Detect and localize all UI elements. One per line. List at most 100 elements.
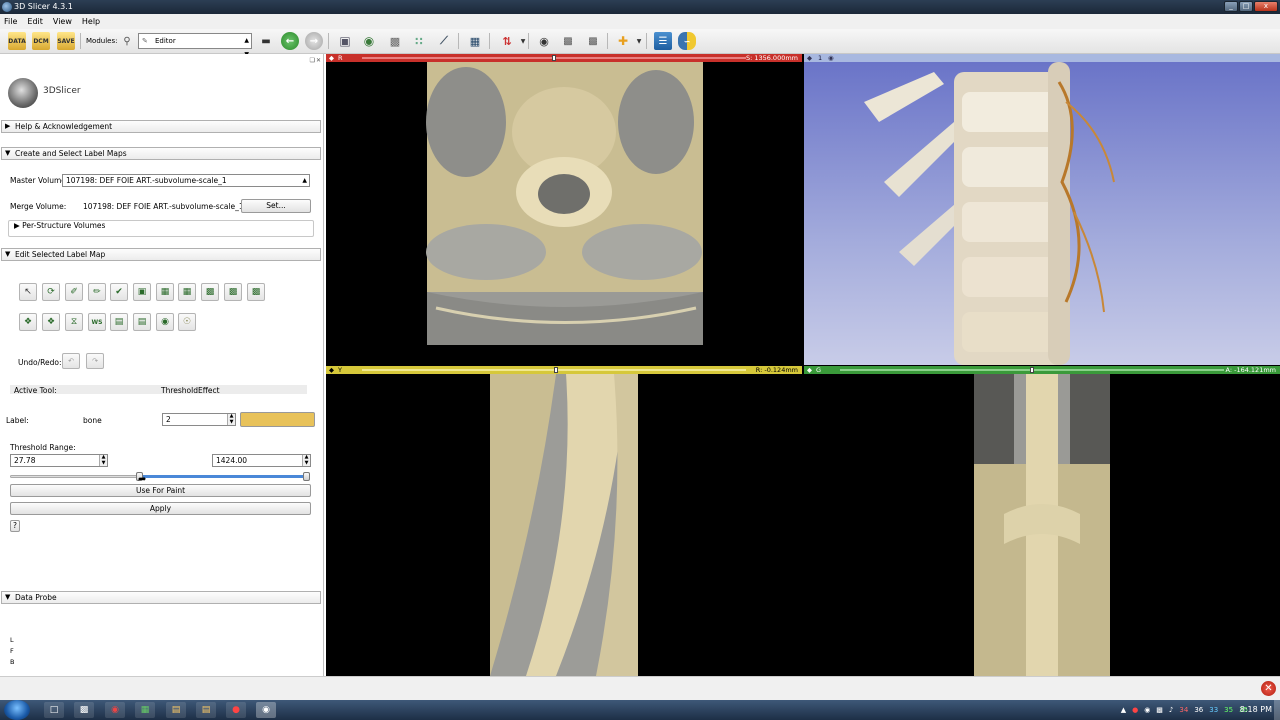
module-selector[interactable]: ✎ Editor ▲▼ <box>138 33 252 58</box>
erode-label-icon[interactable]: ❖ <box>42 313 60 331</box>
taskbar-recorder-icon[interactable]: ● <box>226 702 246 718</box>
menu-edit[interactable]: Edit <box>27 14 43 29</box>
transform-icon[interactable]: ▩ <box>386 32 404 50</box>
threshold-icon[interactable]: ⧖ <box>65 313 83 331</box>
save-button[interactable]: SAVE <box>57 32 75 50</box>
close-window-button[interactable]: x <box>1254 1 1278 12</box>
green-slice-view[interactable] <box>804 374 1280 676</box>
section-edit-label-map[interactable]: ▼ Edit Selected Label Map <box>1 248 321 261</box>
layout-icon[interactable]: ▦ <box>466 32 484 50</box>
yellow-slice-view[interactable] <box>326 374 802 676</box>
maximize-button[interactable]: □ <box>1239 1 1253 12</box>
3d-render-view[interactable] <box>804 62 1280 365</box>
minimize-button[interactable]: _ <box>1224 1 1238 12</box>
draw-icon[interactable]: ✏ <box>88 283 106 301</box>
wand-effect-icon[interactable]: ☉ <box>178 313 196 331</box>
pin-icon[interactable]: ◆ <box>807 366 812 374</box>
3d-view-controller[interactable]: ◆ 1 ◉ <box>804 54 1280 62</box>
forward-arrow-icon[interactable]: → <box>305 32 323 50</box>
per-structure-toggle[interactable]: ▶ Per-Structure Volumes <box>12 221 108 230</box>
undock-icon[interactable]: ❏ <box>310 57 315 64</box>
slice-offset-handle[interactable] <box>552 55 556 61</box>
menu-file[interactable]: File <box>4 14 17 29</box>
help-question-button[interactable]: ? <box>10 520 20 532</box>
red-slice-view[interactable] <box>326 62 802 365</box>
grow-cut-icon[interactable]: ▤ <box>133 313 151 331</box>
change-island-icon[interactable]: ▦ <box>178 283 196 301</box>
crosshair-dots-icon[interactable]: ∷ <box>410 32 428 50</box>
tray-signal-icon[interactable]: ▩ <box>1156 706 1163 714</box>
tray-expand-icon[interactable]: ▲ <box>1121 706 1126 714</box>
taskbar-files-icon[interactable]: ▤ <box>196 702 216 718</box>
threshold-max-spinbox[interactable]: 1424.00 ▲ ▼ <box>212 454 311 467</box>
watershed-icon[interactable]: WS <box>88 313 106 331</box>
undo-icon[interactable]: ↶ <box>62 353 80 369</box>
section-data-probe[interactable]: ▼ Data Probe <box>1 591 321 604</box>
back-arrow-icon[interactable]: ← <box>281 32 299 50</box>
section-help[interactable]: ▶ Help & Acknowledgement <box>1 120 321 133</box>
use-for-paint-button[interactable]: Use For Paint <box>10 484 311 497</box>
label-value-spinbox[interactable]: 2 ▲ ▼ <box>162 413 236 426</box>
spin-arrows-icon[interactable]: ▲ ▼ <box>302 454 310 466</box>
pin-icon[interactable]: ◆ <box>329 366 334 374</box>
remove-islands-icon[interactable]: ▩ <box>201 283 219 301</box>
identify-islands-icon[interactable]: ▦ <box>156 283 174 301</box>
start-button-icon[interactable] <box>4 700 30 720</box>
apply-button[interactable]: Apply <box>10 502 311 515</box>
taskbar-excel-icon[interactable]: ▦ <box>135 702 155 718</box>
spin-arrows-icon[interactable]: ▲ ▼ <box>227 413 235 425</box>
scene-restore-icon[interactable]: ▩ <box>584 32 602 50</box>
extension-manager-icon[interactable]: ☰ <box>654 32 672 50</box>
pin-icon[interactable]: ◆ <box>329 54 334 62</box>
threshold-range-slider[interactable] <box>10 472 310 482</box>
taskbar-explorer-icon[interactable]: □ <box>44 702 64 718</box>
slice-offset-handle[interactable] <box>554 367 558 373</box>
module-search-icon[interactable]: ⚲ <box>118 32 136 50</box>
error-log-icon[interactable]: ✕ <box>1261 681 1276 696</box>
python-console-icon[interactable]: ∽ <box>678 32 696 50</box>
dicom-button[interactable]: DCM <box>32 32 50 50</box>
level-tracing-icon[interactable]: ✔ <box>110 283 128 301</box>
ruler-icon[interactable]: ⟋ <box>435 32 453 50</box>
pin-icon[interactable]: ◆ <box>807 54 812 62</box>
menu-view[interactable]: View <box>53 14 72 29</box>
default-tool-arrow-icon[interactable]: ↖ <box>19 283 37 301</box>
erode-icon[interactable]: ▩ <box>247 283 265 301</box>
slider-max-handle[interactable] <box>303 472 310 481</box>
rectangle-icon[interactable]: ▣ <box>133 283 151 301</box>
save-island-icon[interactable]: ▩ <box>224 283 242 301</box>
label-color-swatch[interactable] <box>240 412 315 427</box>
layout-3d-cube-icon[interactable]: ▣ <box>336 32 354 50</box>
dilate-icon[interactable]: ❖ <box>19 313 37 331</box>
set-merge-button[interactable]: Set... <box>241 199 311 213</box>
red-slice-controller[interactable]: ◆ R S: 1356.000mm <box>326 54 802 62</box>
view-options-icon[interactable]: ◉ <box>828 54 834 62</box>
fast-marching-icon[interactable]: ◉ <box>156 313 174 331</box>
show-desktop-button[interactable] <box>1274 700 1280 720</box>
redo-icon[interactable]: ↷ <box>86 353 104 369</box>
paint-brush-icon[interactable]: ✐ <box>65 283 83 301</box>
spin-arrows-icon[interactable]: ▲ ▼ <box>99 454 107 466</box>
taskbar-slicer-icon[interactable]: ◉ <box>256 702 276 718</box>
tray-volume-icon[interactable]: ♪ <box>1169 706 1173 714</box>
change-label-icon[interactable]: ⟳ <box>42 283 60 301</box>
menu-help[interactable]: Help <box>82 14 100 29</box>
yellow-slice-controller[interactable]: ◆ Y R: -0.124mm <box>326 366 802 374</box>
slice-offset-handle[interactable] <box>1030 367 1034 373</box>
screenshot-camera-icon[interactable]: ◉ <box>535 32 553 50</box>
make-model-icon[interactable]: ▤ <box>110 313 128 331</box>
taskbar-clock[interactable]: 8:18 PM <box>1240 700 1272 720</box>
load-data-button[interactable]: DATA <box>8 32 26 50</box>
module-history-icon[interactable]: ▬ <box>257 32 275 50</box>
tray-record-icon[interactable]: ● <box>1132 706 1138 714</box>
scene-view-icon[interactable]: ▩ <box>559 32 577 50</box>
close-panel-icon[interactable]: ✕ <box>316 57 321 64</box>
green-slice-controller[interactable]: ◆ G A: -164.121mm <box>804 366 1280 374</box>
tray-network-icon[interactable]: ◉ <box>1144 706 1150 714</box>
chevron-down-icon[interactable]: ▼ <box>514 32 532 50</box>
volume-render-icon[interactable]: ◉ <box>360 32 378 50</box>
master-volume-select[interactable]: 107198: DEF FOIE ART.-subvolume-scale_1 … <box>62 174 310 187</box>
taskbar-folder-icon[interactable]: ▤ <box>166 702 186 718</box>
taskbar-media-icon[interactable]: ▩ <box>74 702 94 718</box>
section-create-label-maps[interactable]: ▼ Create and Select Label Maps <box>1 147 321 160</box>
